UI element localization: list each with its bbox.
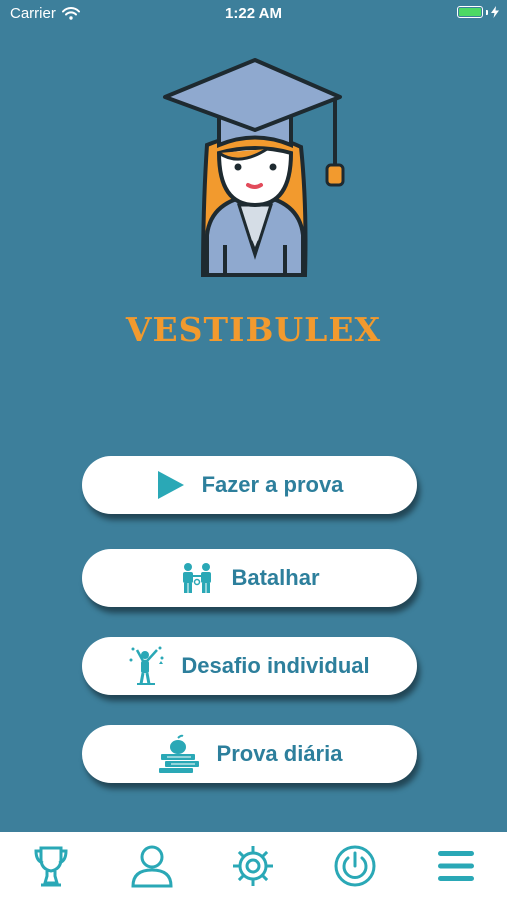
daily-exam-button[interactable]: Prova diária xyxy=(82,725,417,783)
gear-icon xyxy=(233,846,274,886)
individual-challenge-label: Desafio individual xyxy=(181,653,370,678)
tab-ranking[interactable] xyxy=(21,836,81,896)
tab-settings[interactable] xyxy=(223,836,283,896)
power-icon xyxy=(334,845,376,887)
celebration-person-icon xyxy=(129,646,165,686)
menu-icon xyxy=(438,851,475,881)
individual-challenge-button[interactable]: Desafio individual xyxy=(82,637,417,695)
battery-indicator xyxy=(457,6,499,18)
play-exam-button[interactable]: Fazer a prova xyxy=(82,456,417,514)
play-icon xyxy=(156,469,186,501)
tab-profile[interactable] xyxy=(122,836,182,896)
app-title: VESTIBULEX xyxy=(125,310,382,349)
battle-label: Batalhar xyxy=(231,565,320,590)
trophy-icon xyxy=(34,846,68,887)
tab-menu[interactable] xyxy=(426,836,486,896)
play-exam-label: Fazer a prova xyxy=(201,472,344,497)
books-apple-icon xyxy=(157,734,201,774)
battery-icon xyxy=(457,6,483,18)
battle-people-icon xyxy=(179,562,215,594)
status-time: 1:22 AM xyxy=(225,5,282,22)
battery-tip xyxy=(486,9,488,15)
bottom-tab-bar xyxy=(0,832,507,900)
daily-exam-label: Prova diária xyxy=(216,741,343,766)
tab-logout[interactable] xyxy=(325,836,385,896)
battle-button[interactable]: Batalhar xyxy=(82,549,417,607)
charging-bolt-icon xyxy=(491,6,499,18)
user-icon xyxy=(131,845,173,888)
status-bar: Carrier 1:22 AM xyxy=(0,0,507,28)
graduate-mascot-logo xyxy=(163,58,345,277)
battery-fill xyxy=(459,8,481,16)
